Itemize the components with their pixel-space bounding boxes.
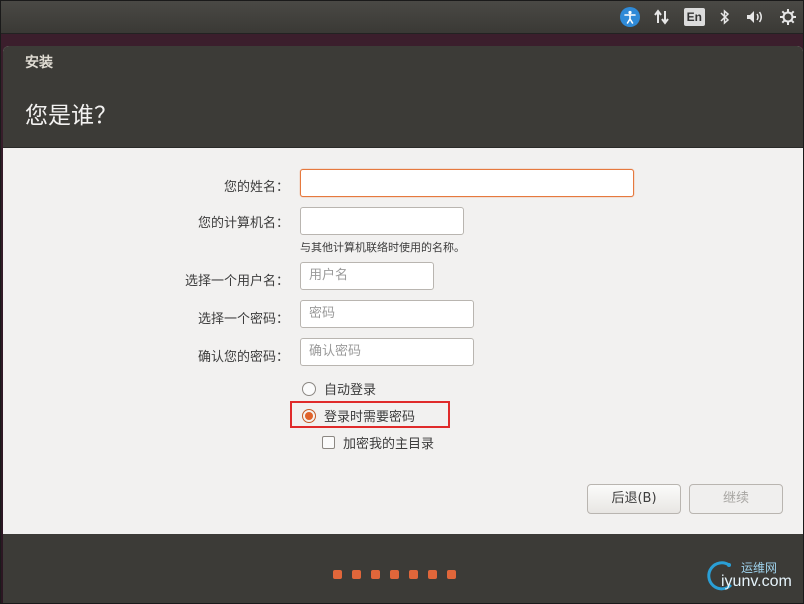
encrypt-home-label: 加密我的主目录 — [343, 437, 435, 452]
progress-dot — [333, 570, 342, 579]
username-label: 选择一个用户名： — [184, 274, 289, 289]
volume-icon[interactable] — [745, 6, 765, 28]
accessibility-icon[interactable] — [619, 6, 640, 28]
watermark: 运维网 iyunv.com — [701, 557, 797, 597]
name-label: 您的姓名： — [223, 180, 289, 195]
progress-dot — [447, 570, 456, 579]
name-input[interactable] — [300, 169, 634, 197]
system-tray: En — [619, 1, 797, 33]
desktop: En 安装 您是谁？ 您的姓名： 您的计算机名： 与其他计算机联络时使用的名称。… — [0, 0, 804, 604]
keyboard-layout-icon[interactable]: En — [683, 6, 705, 28]
window-header: 安装 您是谁？ — [3, 46, 803, 148]
keyboard-layout-label: En — [683, 8, 705, 26]
computer-name-input[interactable] — [300, 207, 464, 235]
annotation-highlight-box — [290, 401, 450, 428]
progress-dot — [390, 570, 399, 579]
progress-dot — [428, 570, 437, 579]
watermark-en: iyunv.com — [721, 573, 792, 590]
bluetooth-icon[interactable] — [719, 6, 731, 28]
progress-dot — [352, 570, 361, 579]
encrypt-home-checkbox[interactable] — [322, 436, 335, 449]
progress-bar: 运维网 iyunv.com — [3, 534, 803, 603]
continue-button[interactable]: 继续 — [689, 484, 783, 514]
computer-name-hint: 与其他计算机联络时使用的名称。 — [300, 241, 465, 254]
back-button[interactable]: 后退(B) — [587, 484, 681, 514]
confirm-password-label: 确认您的密码： — [197, 350, 289, 365]
gear-power-icon[interactable] — [779, 6, 797, 28]
top-panel: En — [1, 1, 803, 34]
network-updown-icon[interactable] — [653, 6, 670, 28]
installer-window: 安装 您是谁？ 您的姓名： 您的计算机名： 与其他计算机联络时使用的名称。 选择… — [3, 46, 803, 603]
auto-login-radio[interactable] — [302, 381, 316, 396]
password-label: 选择一个密码： — [197, 312, 289, 327]
desktop-strip — [1, 34, 803, 46]
window-title: 安装 — [25, 55, 53, 71]
progress-dot — [371, 570, 380, 579]
encrypt-home-option[interactable]: 加密我的主目录 — [322, 433, 434, 452]
page-title: 您是谁？ — [25, 103, 117, 129]
progress-dot — [409, 570, 418, 579]
auto-login-option[interactable]: 自动登录 — [302, 379, 376, 398]
password-input[interactable]: 密码 — [300, 300, 474, 328]
progress-dots — [333, 570, 456, 579]
username-input[interactable]: 用户名 — [300, 262, 434, 290]
auto-login-label: 自动登录 — [324, 383, 377, 398]
computer-name-label: 您的计算机名： — [197, 216, 289, 231]
confirm-password-input[interactable]: 确认密码 — [300, 338, 474, 366]
